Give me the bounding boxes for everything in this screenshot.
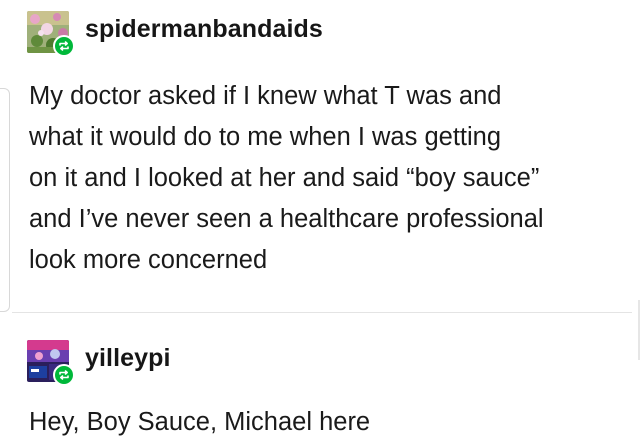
avatar[interactable] xyxy=(27,340,75,386)
post-body-line: on it and I looked at her and said “boy … xyxy=(29,164,540,192)
post-header: spidermanbandaids xyxy=(27,10,323,57)
reblog-icon xyxy=(53,35,75,57)
post-body-line: and I’ve never seen a healthcare profess… xyxy=(29,205,544,233)
post-spidermanbandaids: spidermanbandaids My doctor asked if I k… xyxy=(0,0,640,312)
username[interactable]: spidermanbandaids xyxy=(85,15,323,44)
reblog-icon xyxy=(53,364,75,386)
avatar[interactable] xyxy=(27,11,75,57)
post-body-line: look more concerned xyxy=(29,246,268,274)
post-body: My doctor asked if I knew what T was and… xyxy=(29,76,629,281)
post-header: yilleypi xyxy=(27,339,171,386)
post-yilleypi: yilleypi Hey, Boy Sauce, Michael here xyxy=(0,312,640,448)
username[interactable]: yilleypi xyxy=(85,344,171,373)
post-body-line: what it would do to me when I was gettin… xyxy=(29,123,502,151)
post-body-line: Hey, Boy Sauce, Michael here xyxy=(29,408,371,436)
post-body: Hey, Boy Sauce, Michael here xyxy=(29,402,629,443)
post-body-line: My doctor asked if I knew what T was and xyxy=(29,82,502,110)
